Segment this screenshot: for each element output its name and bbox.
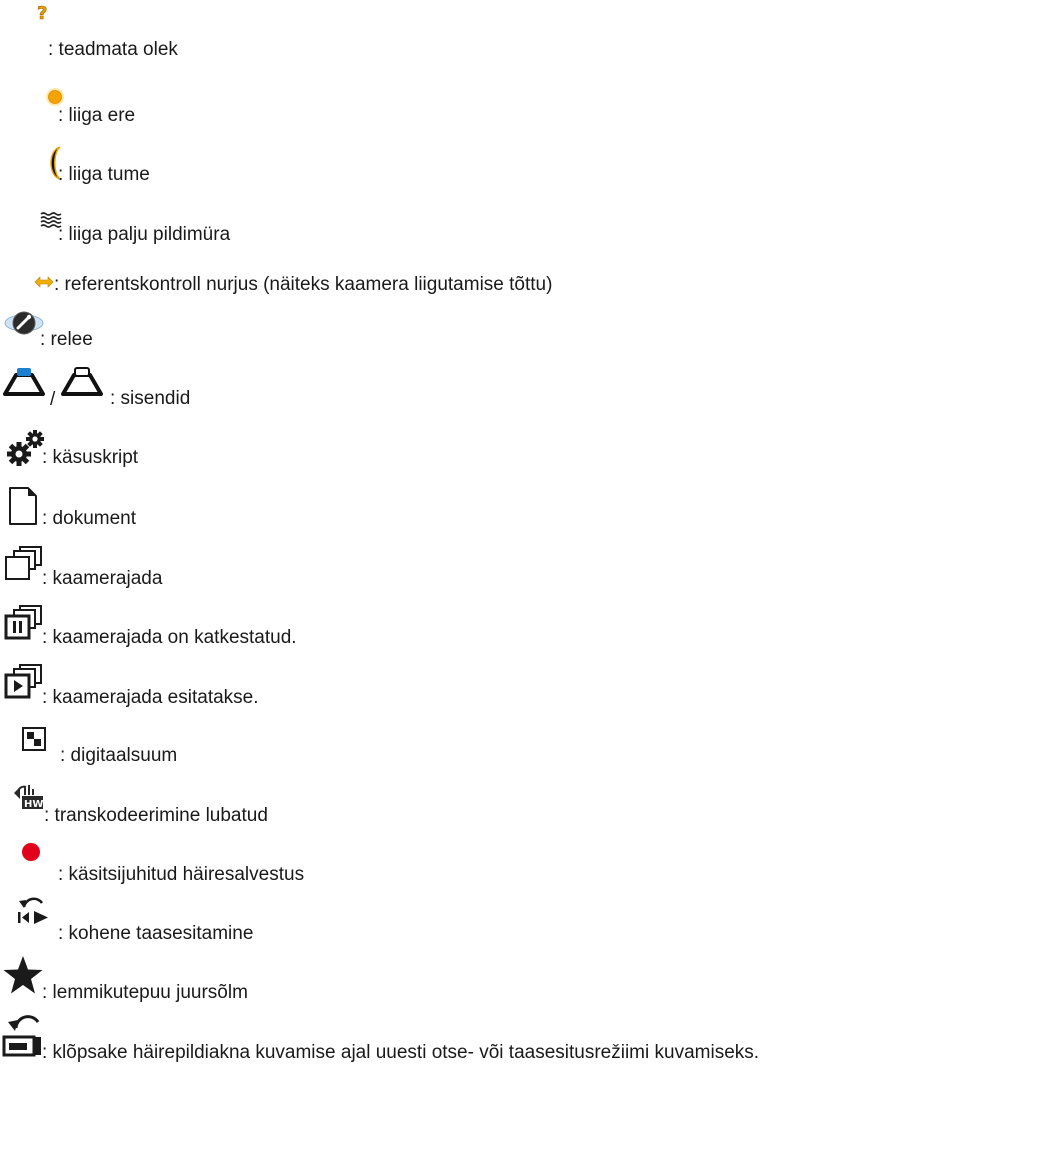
return-to-live-icon [2,1010,44,1058]
item-label-transcoding: : transkodeerimine lubatud [44,805,268,826]
item-label-inputs: : sisendid [110,388,191,409]
item-label-camera-sequence: : kaamerajada [42,568,163,589]
item-label-digital-zoom: : digitaalsuum [60,745,178,766]
camera-sequence-playing-icon [4,664,44,700]
transcoding-icon: HW [10,783,44,811]
input-inactive-icon [60,367,104,397]
input-active-icon [2,367,46,397]
unknown-state-icon: ? [36,3,52,23]
manual-alarm-recording-icon [20,841,42,863]
item-label-instant-playback: : kohene taasesitamine [58,923,254,944]
document-icon [8,486,38,526]
svg-text:?: ? [37,3,47,23]
item-label-reference-check-failed: : referentskontroll nurjus (näiteks kaam… [54,274,553,295]
icon-legend-page: { "items": [ {"icon": "unknown-state-ico… [0,0,1047,1165]
svg-text:HW: HW [24,799,43,810]
item-label-return-to-live: : klõpsake häirepildiakna kuvamise ajal … [42,1042,760,1063]
item-label-too-bright: : liiga ere [58,105,136,126]
input-separator: / [50,389,56,410]
item-label-camera-sequence-playing: : kaamerajada esitatakse. [42,687,259,708]
item-label-command-script: : käsuskript [42,447,139,468]
command-script-icon [6,428,46,468]
item-label-document: : dokument [42,508,136,529]
favorites-root-icon [2,954,44,996]
item-label-favorites-root: : lemmikutepuu juursõlm [42,982,248,1003]
camera-sequence-icon [4,546,44,582]
item-label-relay: : relee [40,329,93,350]
instant-playback-icon [16,895,50,925]
item-label-too-dark: : liiga tume [58,164,150,185]
item-label-too-noisy: : liiga palju pildimüra [58,224,231,245]
relay-icon [4,308,44,338]
camera-sequence-paused-icon [4,605,44,641]
item-label-camera-sequence-paused: : kaamerajada on katkestatud. [42,627,297,648]
digital-zoom-icon [22,727,46,751]
item-label-manual-alarm-recording: : käsitsijuhitud häiresalvestus [58,864,305,885]
item-label-unknown-state: : teadmata olek [48,39,178,60]
reference-check-failed-icon [34,276,54,288]
